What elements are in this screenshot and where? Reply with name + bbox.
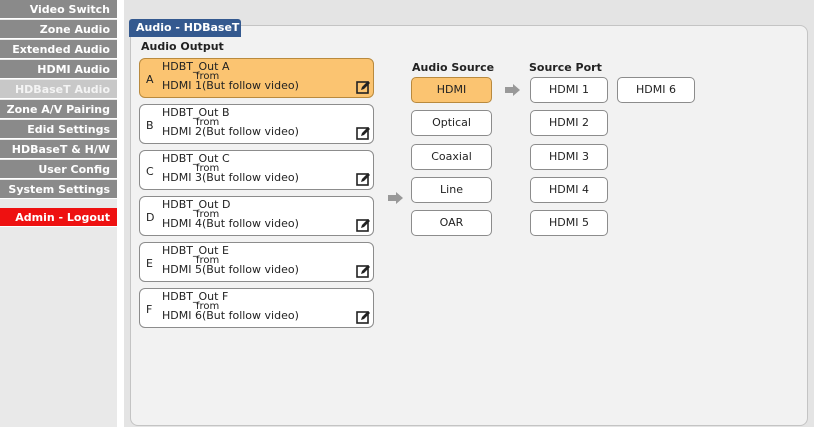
audio-source-hdmi[interactable]: HDMI xyxy=(411,77,492,103)
output-card-b[interactable]: B HDBT_Out B from HDMI 2(But follow vide… xyxy=(139,104,374,144)
edit-icon[interactable] xyxy=(356,264,370,278)
source-port-hdmi-2[interactable]: HDMI 2 xyxy=(530,110,608,136)
edit-icon[interactable] xyxy=(356,126,370,140)
sidebar-item-video-switch[interactable]: Video Switch xyxy=(0,0,117,19)
sidebar: Video Switch Zone Audio Extended Audio H… xyxy=(0,0,117,427)
arrow-right-icon xyxy=(388,192,403,204)
sidebar-item-extended-audio[interactable]: Extended Audio xyxy=(0,40,117,59)
audio-source-optical[interactable]: Optical xyxy=(411,110,492,136)
output-source: HDMI 1(But follow video) xyxy=(162,79,299,92)
panel-title-tab: Audio - HDBaseT xyxy=(129,19,241,37)
sidebar-item-zone-audio[interactable]: Zone Audio xyxy=(0,20,117,39)
sidebar-item-hdbaset-hw[interactable]: HDBaseT & H/W xyxy=(0,140,117,159)
sidebar-item-edid-settings[interactable]: Edid Settings xyxy=(0,120,117,139)
edit-icon[interactable] xyxy=(356,218,370,232)
source-port-hdmi-3[interactable]: HDMI 3 xyxy=(530,144,608,170)
sidebar-item-user-config[interactable]: User Config xyxy=(0,160,117,179)
arrow-right-icon xyxy=(505,84,520,96)
sidebar-item-system-settings[interactable]: System Settings xyxy=(0,180,117,199)
output-letter: F xyxy=(146,303,153,316)
output-source: HDMI 3(But follow video) xyxy=(162,171,299,184)
output-letter: D xyxy=(146,211,155,224)
output-card-e[interactable]: E HDBT_Out E from HDMI 5(But follow vide… xyxy=(139,242,374,282)
output-letter: A xyxy=(146,73,154,86)
audio-output-title: Audio Output xyxy=(141,40,224,53)
sidebar-item-admin-logout[interactable]: Admin - Logout xyxy=(0,208,117,227)
output-source: HDMI 4(But follow video) xyxy=(162,217,299,230)
edit-icon[interactable] xyxy=(356,80,370,94)
output-letter: B xyxy=(146,119,154,132)
output-source: HDMI 6(But follow video) xyxy=(162,309,299,322)
source-port-hdmi-5[interactable]: HDMI 5 xyxy=(530,210,608,236)
output-card-a[interactable]: A HDBT_Out A from HDMI 1(But follow vide… xyxy=(139,58,374,98)
output-card-d[interactable]: D HDBT_Out D from HDMI 4(But follow vide… xyxy=(139,196,374,236)
sidebar-item-hdbaset-audio[interactable]: HDBaseT Audio xyxy=(0,80,117,99)
source-port-hdmi-4[interactable]: HDMI 4 xyxy=(530,177,608,203)
sidebar-item-hdmi-audio[interactable]: HDMI Audio xyxy=(0,60,117,79)
audio-source-title: Audio Source xyxy=(412,61,495,74)
audio-source-line[interactable]: Line xyxy=(411,177,492,203)
source-port-title: Source Port xyxy=(529,61,602,74)
output-card-f[interactable]: F HDBT_Out F from HDMI 6(But follow vide… xyxy=(139,288,374,328)
output-source: HDMI 5(But follow video) xyxy=(162,263,299,276)
source-port-hdmi-6[interactable]: HDMI 6 xyxy=(617,77,695,103)
sidebar-item-zone-av-pairing[interactable]: Zone A/V Pairing xyxy=(0,100,117,119)
output-card-c[interactable]: C HDBT_Out C from HDMI 3(But follow vide… xyxy=(139,150,374,190)
output-source: HDMI 2(But follow video) xyxy=(162,125,299,138)
output-letter: C xyxy=(146,165,154,178)
audio-source-coaxial[interactable]: Coaxial xyxy=(411,144,492,170)
audio-source-oar[interactable]: OAR xyxy=(411,210,492,236)
output-letter: E xyxy=(146,257,153,270)
edit-icon[interactable] xyxy=(356,310,370,324)
source-port-hdmi-1[interactable]: HDMI 1 xyxy=(530,77,608,103)
edit-icon[interactable] xyxy=(356,172,370,186)
